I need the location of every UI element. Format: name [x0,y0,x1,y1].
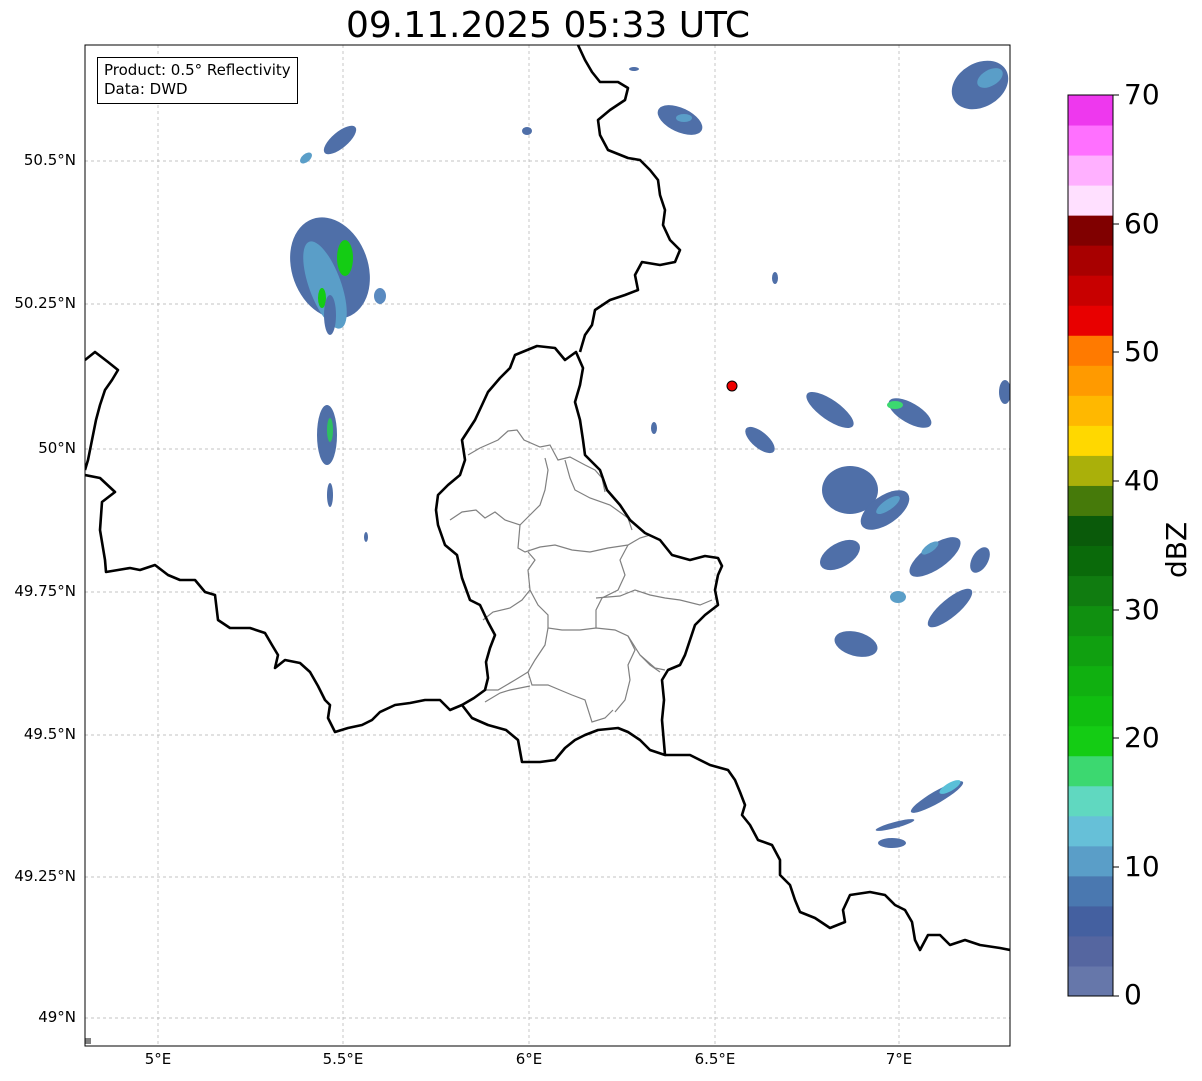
colorbar-segment [1068,335,1113,366]
colorbar-segment [1068,935,1113,967]
colorbar-segment [1068,305,1113,336]
lat-label: 49.5°N [23,725,76,743]
colorbar-segment [1068,845,1113,877]
colorbar-segment [1068,965,1113,997]
colorbar-segment [1068,155,1113,186]
colorbar-segment [1068,575,1113,607]
lon-label: 5.5°E [322,1050,364,1068]
colorbar-segment [1068,365,1113,396]
colorbar-segment [1068,815,1113,847]
product-info-box: Product: 0.5° Reflectivity Data: DWD [97,57,298,104]
colorbar-tick-label: 0 [1124,978,1142,1011]
colorbar-segment [1068,515,1113,546]
corner-mark [85,1038,91,1044]
colorbar-tick-label: 40 [1124,464,1160,497]
colorbar-segment [1068,245,1113,276]
colorbar-segment [1068,875,1113,907]
lat-label: 49.75°N [14,582,76,600]
lat-label: 50°N [38,439,76,457]
radar-site-marker [726,380,738,392]
colorbar-segment [1068,665,1113,697]
colorbar-label: dBZ [1160,521,1193,578]
lat-label: 50.25°N [14,294,76,312]
colorbar-tick-label: 60 [1124,207,1160,240]
colorbar-tick-label: 20 [1124,721,1160,754]
colorbar-segment [1068,185,1113,216]
colorbar-segment [1068,605,1113,637]
lon-label: 5°E [144,1050,172,1068]
colorbar [1068,95,1113,997]
colorbar-segment [1068,905,1113,937]
product-line: Product: 0.5° Reflectivity [104,61,291,79]
colorbar-segment [1068,395,1113,426]
colorbar-segment [1068,485,1113,516]
lon-label: 7°E [885,1050,913,1068]
colorbar-tick-label: 10 [1124,850,1160,883]
colorbar-segment [1068,455,1113,486]
colorbar-segment [1068,425,1113,456]
colorbar-segment [1068,725,1113,757]
lat-label: 50.5°N [23,151,76,169]
colorbar-tick-label: 30 [1124,593,1160,626]
lat-label: 49°N [38,1008,76,1026]
colorbar-tick-label: 70 [1124,78,1160,111]
colorbar-segment [1068,95,1113,126]
map-title: 09.11.2025 05:33 UTC [345,5,751,46]
colorbar-segment [1068,215,1113,246]
map-canvas [84,44,1119,1047]
lon-label: 6.5°E [694,1050,736,1068]
colorbar-tick-label: 50 [1124,335,1160,368]
colorbar-segment [1068,785,1113,817]
lat-label: 49.25°N [14,867,76,885]
colorbar-ticks [1113,94,1119,997]
colorbar-segment [1068,635,1113,667]
colorbar-segment [1068,545,1113,577]
data-source-line: Data: DWD [104,80,188,98]
lon-label: 6°E [515,1050,543,1068]
colorbar-segment [1068,755,1113,787]
colorbar-segment [1068,125,1113,156]
colorbar-segment [1068,695,1113,727]
colorbar-segment [1068,275,1113,306]
